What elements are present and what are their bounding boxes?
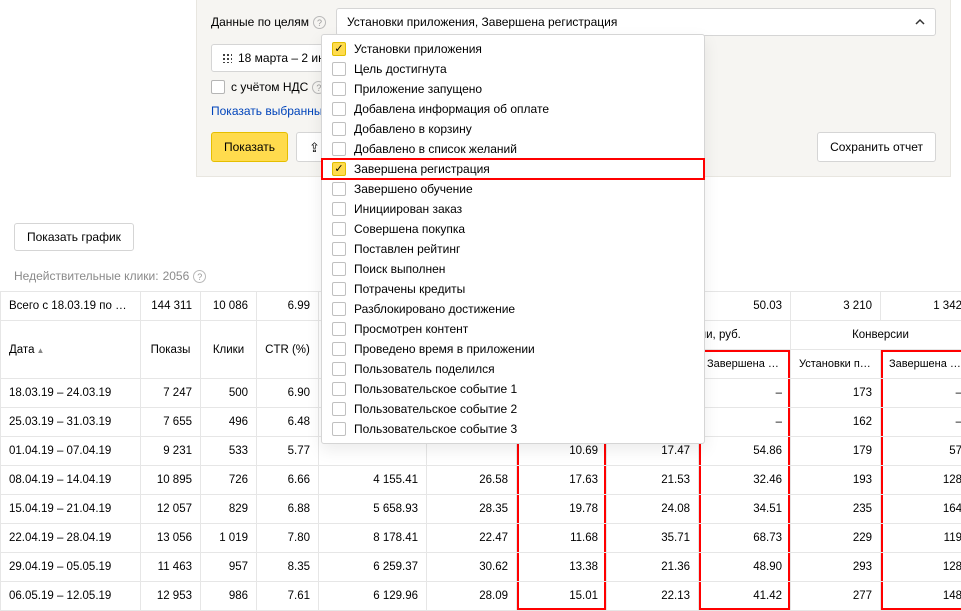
goal-option[interactable]: Просмотрен контент <box>322 319 704 339</box>
help-icon[interactable]: ? <box>313 16 326 29</box>
goal-option-label: Завершена регистрация <box>354 162 490 176</box>
checkbox-icon <box>332 422 346 436</box>
goal-option[interactable]: Пользовательское событие 3 <box>322 419 704 439</box>
goal-option[interactable]: Пользовательское событие 1 <box>322 379 704 399</box>
goal-option[interactable]: Завершена регистрация <box>322 159 704 179</box>
goal-option-label: Установки приложения <box>354 42 482 56</box>
vat-checkbox[interactable] <box>211 80 225 94</box>
checkbox-icon <box>332 202 346 216</box>
show-selected-link[interactable]: Показать выбранные с <box>211 104 338 118</box>
checkbox-icon <box>332 42 346 56</box>
goal-option-label: Добавлено в список желаний <box>354 142 517 156</box>
checkbox-icon <box>332 162 346 176</box>
goal-option-label: Совершена покупка <box>354 222 465 236</box>
goal-option-label: Инициирован заказ <box>354 202 462 216</box>
table-row: 15.04.19 – 21.04.1912 0578296.885 658.93… <box>1 495 961 524</box>
checkbox-icon <box>332 382 346 396</box>
goal-option[interactable]: Цель достигнута <box>322 59 704 79</box>
calendar-icon <box>222 53 232 63</box>
goal-option-label: Завершено обучение <box>354 182 473 196</box>
goal-option-label: Поиск выполнен <box>354 262 445 276</box>
goal-option[interactable]: Добавлено в список желаний <box>322 139 704 159</box>
goal-option[interactable]: Поиск выполнен <box>322 259 704 279</box>
goal-option-label: Пользователь поделился <box>354 362 495 376</box>
goals-selected-text: Установки приложения, Завершена регистра… <box>347 15 617 29</box>
table-row: 08.04.19 – 14.04.1910 8957266.664 155.41… <box>1 466 961 495</box>
goal-option[interactable]: Приложение запущено <box>322 79 704 99</box>
table-row: 22.04.19 – 28.04.1913 0561 0197.808 178.… <box>1 524 961 553</box>
goal-option-label: Пользовательское событие 1 <box>354 382 517 396</box>
checkbox-icon <box>332 122 346 136</box>
checkbox-icon <box>332 302 346 316</box>
checkbox-icon <box>332 262 346 276</box>
goal-option[interactable]: Потрачены кредиты <box>322 279 704 299</box>
checkbox-icon <box>332 102 346 116</box>
checkbox-icon <box>332 222 346 236</box>
save-report-button[interactable]: Сохранить отчет <box>817 132 936 162</box>
goals-dropdown: Установки приложения Цель достигнута Прило… <box>321 34 705 444</box>
goal-option-label: Приложение запущено <box>354 82 482 96</box>
goal-option-label: Поставлен рейтинг <box>354 242 460 256</box>
col-date[interactable]: Дата▲ <box>1 321 141 379</box>
goal-option-label: Потрачены кредиты <box>354 282 465 296</box>
goal-option-label: Добавлена информация об оплате <box>354 102 549 116</box>
col-conversions[interactable]: Конверсии <box>791 321 961 350</box>
goal-option-label: Проведено время в приложении <box>354 342 535 356</box>
goals-label: Данные по целям ? <box>211 15 326 29</box>
goal-option-label: Цель достигнута <box>354 62 447 76</box>
checkbox-icon <box>332 182 346 196</box>
export-icon: ⇪ <box>309 141 320 154</box>
checkbox-icon <box>332 322 346 336</box>
goal-option[interactable]: Завершено обучение <box>322 179 704 199</box>
chevron-up-icon <box>915 17 925 27</box>
goal-option[interactable]: Совершена покупка <box>322 219 704 239</box>
goal-option-label: Пользовательское событие 2 <box>354 402 517 416</box>
checkbox-icon <box>332 282 346 296</box>
goal-option[interactable]: Инициирован заказ <box>322 199 704 219</box>
goals-select[interactable]: Установки приложения, Завершена регистра… <box>336 8 936 36</box>
filters-panel: Данные по целям ? Установки приложения, … <box>196 0 951 177</box>
goal-option[interactable]: Пользователь поделился <box>322 359 704 379</box>
sub-reg[interactable]: Завершена рег… <box>881 350 961 379</box>
show-button[interactable]: Показать <box>211 132 288 162</box>
totals-label: Всего с 18.03.19 по 02.06.19 <box>1 292 141 321</box>
col-shows[interactable]: Показы <box>141 321 201 379</box>
checkbox-icon <box>332 142 346 156</box>
goal-option-label: Добавлено в корзину <box>354 122 472 136</box>
goal-option[interactable]: Проведено время в приложении <box>322 339 704 359</box>
goal-option[interactable]: Добавлена информация об оплате <box>322 99 704 119</box>
sub-install[interactable]: Установки прил… <box>791 350 881 379</box>
goal-option[interactable]: Разблокировано достижение <box>322 299 704 319</box>
goal-option-label: Просмотрен контент <box>354 322 468 336</box>
help-icon[interactable]: ? <box>193 270 206 283</box>
checkbox-icon <box>332 402 346 416</box>
sub-reg[interactable]: Завершена рег… <box>699 350 791 379</box>
table-row: 06.05.19 – 12.05.1912 9539867.616 129.96… <box>1 582 961 611</box>
goal-option[interactable]: Установки приложения <box>322 39 704 59</box>
goal-option[interactable]: Пользовательское событие 2 <box>322 399 704 419</box>
table-row: 29.04.19 – 05.05.1911 4639578.356 259.37… <box>1 553 961 582</box>
checkbox-icon <box>332 62 346 76</box>
goal-option-label: Пользовательское событие 3 <box>354 422 517 436</box>
checkbox-icon <box>332 82 346 96</box>
checkbox-icon <box>332 362 346 376</box>
col-ctr[interactable]: CTR (%) <box>257 321 319 379</box>
goal-option[interactable]: Добавлено в корзину <box>322 119 704 139</box>
toggle-chart-button[interactable]: Показать график <box>14 223 134 251</box>
goal-option-label: Разблокировано достижение <box>354 302 515 316</box>
checkbox-icon <box>332 242 346 256</box>
col-clicks[interactable]: Клики <box>201 321 257 379</box>
goal-option[interactable]: Поставлен рейтинг <box>322 239 704 259</box>
sort-asc-icon: ▲ <box>36 346 44 355</box>
vat-label: с учётом НДС ? <box>231 80 325 94</box>
checkbox-icon <box>332 342 346 356</box>
